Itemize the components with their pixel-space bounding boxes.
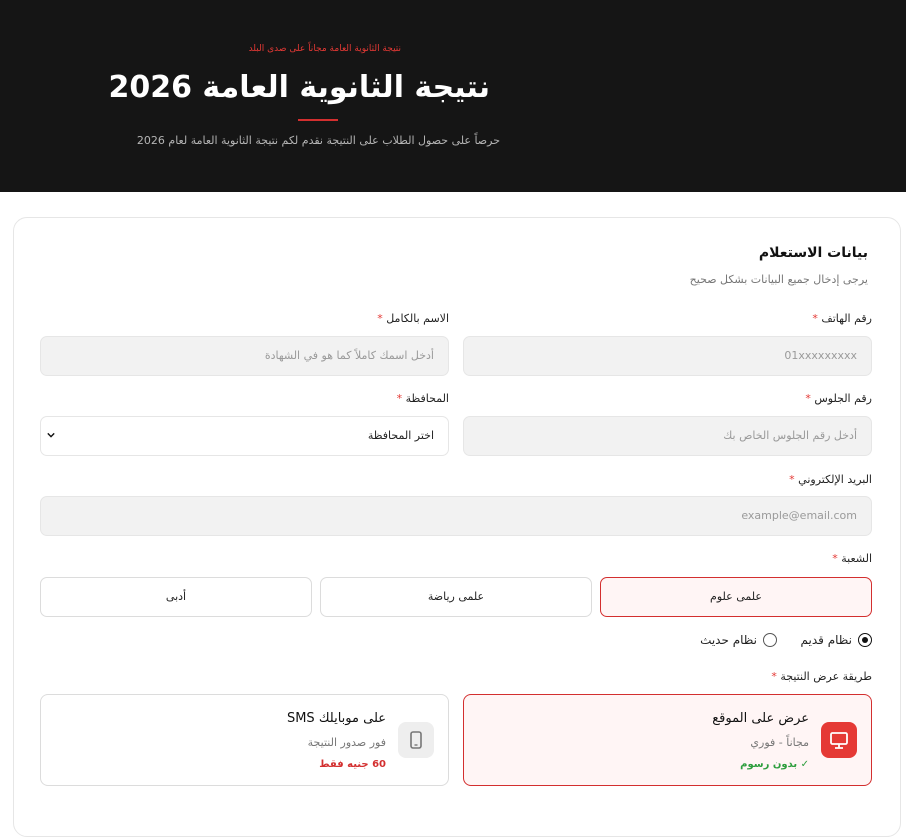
phone-label: رقم الهاتف * (812, 312, 872, 325)
method-website-title: عرض على الموقع (712, 711, 809, 726)
form-subtitle: يرجى إدخال جميع البيانات بشكل صحيح (689, 273, 868, 286)
method-option-website[interactable]: عرض على الموقع مجاناً - فوري ✓ بدون رسوم (463, 694, 872, 786)
name-input[interactable]: أدخل اسمك كاملاً كما هو في الشهادة (40, 336, 449, 376)
radio-selected-icon (858, 633, 872, 647)
page-title: نتيجة الثانوية العامة 2026 (108, 70, 490, 105)
branch-option-math[interactable]: علمى رياضة (320, 577, 592, 617)
method-sms-title: على موبايلك SMS (286, 711, 386, 726)
governorate-select[interactable]: اختر المحافظة (40, 416, 449, 456)
method-website-price: ✓ بدون رسوم (740, 759, 809, 770)
email-label: البريد الإلكتروني * (789, 473, 872, 486)
required-mark: * (377, 312, 383, 325)
monitor-icon (821, 722, 857, 758)
phone-placeholder: 01xxxxxxxxx (784, 349, 857, 362)
chevron-down-icon (47, 432, 55, 438)
branch-label: الشعبة * (832, 552, 872, 565)
required-mark: * (771, 670, 777, 683)
branch-option-literary[interactable]: أدبى (40, 577, 312, 617)
branch-label-text: الشعبة (841, 552, 872, 565)
radio-unselected-icon (763, 633, 777, 647)
email-placeholder: example@email.com (741, 509, 857, 522)
mobile-phone-icon (398, 722, 434, 758)
hero-description: حرصاً على حصول الطلاب على النتيجة نقدم ل… (136, 134, 500, 147)
governorate-label: المحافظة * (397, 392, 449, 405)
method-sms-price: 60 جنيه فقط (319, 759, 386, 770)
governorate-selected-value: اختر المحافظة (367, 429, 434, 442)
seat-label-text: رقم الجلوس (814, 392, 872, 405)
name-label-text: الاسم بالكامل (386, 312, 449, 325)
method-label-text: طريقة عرض النتيجة (780, 670, 872, 683)
radio-old-system-label: نظام قديم (800, 633, 852, 647)
title-divider (298, 119, 338, 121)
name-placeholder: أدخل اسمك كاملاً كما هو في الشهادة (264, 349, 434, 362)
name-label: الاسم بالكامل * (377, 312, 449, 325)
required-mark: * (789, 473, 795, 486)
method-website-subtitle: مجاناً - فوري (750, 736, 809, 749)
required-mark: * (805, 392, 811, 405)
method-sms-subtitle: فور صدور النتيجة (307, 736, 386, 749)
seat-number-input[interactable]: أدخل رقم الجلوس الخاص بك (463, 416, 872, 456)
form-title: بيانات الاستعلام (758, 245, 868, 261)
email-input[interactable]: example@email.com (40, 496, 872, 536)
hero-banner: نتيجة الثانوية العامة مجاناً على صدى الب… (0, 0, 906, 192)
phone-label-text: رقم الهاتف (821, 312, 872, 325)
required-mark: * (832, 552, 838, 565)
required-mark: * (396, 392, 403, 405)
method-label: طريقة عرض النتيجة * (771, 670, 872, 683)
method-option-sms[interactable]: على موبايلك SMS فور صدور النتيجة 60 جنيه… (40, 694, 449, 786)
governorate-label-text: المحافظة (405, 392, 449, 405)
required-mark: * (812, 312, 818, 325)
phone-input[interactable]: 01xxxxxxxxx (463, 336, 872, 376)
inquiry-form-card: بيانات الاستعلام يرجى إدخال جميع البيانا… (13, 217, 901, 837)
seat-label: رقم الجلوس * (805, 392, 872, 405)
branch-option-science[interactable]: علمى علوم (600, 577, 872, 617)
radio-new-system[interactable]: نظام حديث (700, 633, 777, 647)
hero-tagline: نتيجة الثانوية العامة مجاناً على صدى الب… (248, 44, 401, 54)
seat-placeholder: أدخل رقم الجلوس الخاص بك (723, 429, 857, 442)
email-label-text: البريد الإلكتروني (798, 473, 872, 486)
radio-old-system[interactable]: نظام قديم (801, 633, 872, 647)
radio-new-system-label: نظام حديث (700, 633, 757, 647)
